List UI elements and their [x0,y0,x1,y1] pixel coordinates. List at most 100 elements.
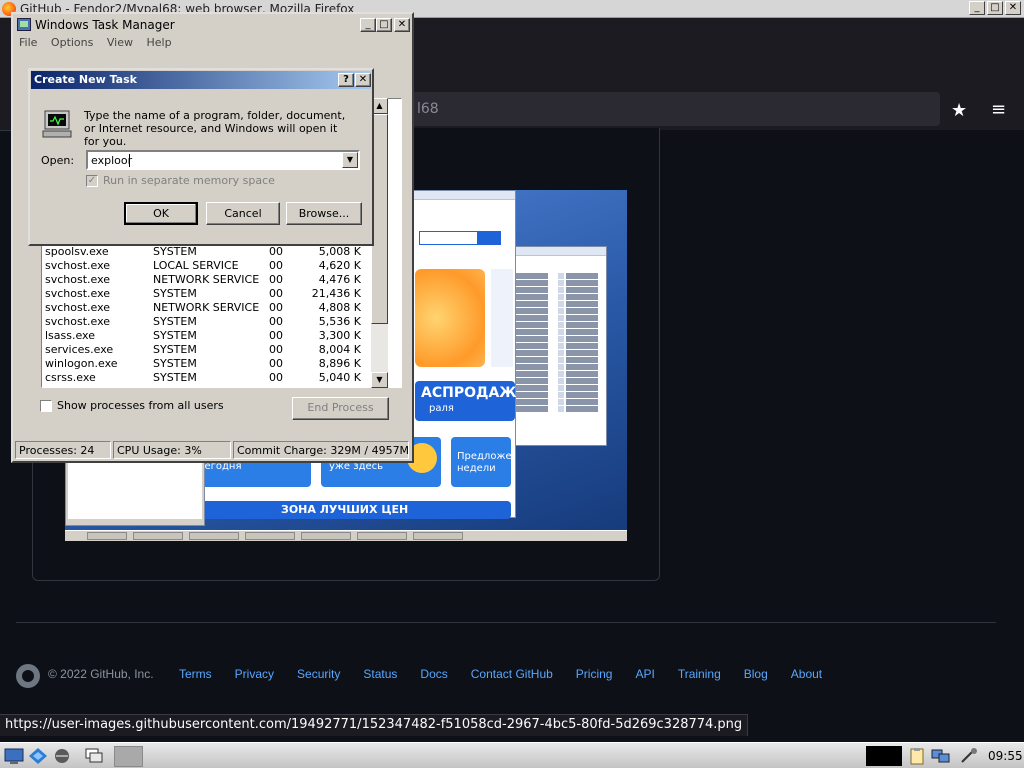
process-row[interactable]: svchost.exe SYSTEM 00 21,436 K [45,287,365,301]
footer-link-api[interactable]: API [635,667,654,681]
process-user: SYSTEM [153,371,197,384]
process-name: winlogon.exe [45,357,118,370]
taskbar-active-window-button[interactable] [114,746,143,767]
process-cpu: 00 [269,315,283,328]
network-icon[interactable] [931,747,951,765]
firefox-minimize-button[interactable]: _ [969,1,985,15]
sale-banner-subtext: раля [429,403,454,414]
copyright-text: © 2022 GitHub, Inc. [48,667,154,681]
tm-statusbar: Processes: 24 CPU Usage: 3% Commit Charg… [15,441,410,459]
footer-link-training[interactable]: Training [678,667,721,681]
dropdown-arrow-icon[interactable]: ▼ [342,152,358,168]
cancel-button[interactable]: Cancel [206,202,280,225]
bottom-promo-text: ЗОНА ЛУЧШИХ ЦЕН [281,503,409,516]
tray-indicator [866,746,902,766]
process-cpu: 00 [269,245,283,258]
footer-link-security[interactable]: Security [297,667,340,681]
scroll-down-arrow-icon[interactable]: ▼ [371,372,388,388]
inner-taskbar [65,530,627,541]
process-user: SYSTEM [153,329,197,342]
process-row[interactable]: svchost.exe NETWORK SERVICE 00 4,476 K [45,273,365,287]
footer-link-privacy[interactable]: Privacy [235,667,274,681]
footer-divider [16,622,996,623]
sale-banner: АСПРОДАЖ раля [415,381,517,421]
process-row[interactable]: lsass.exe SYSTEM 00 3,300 K [45,329,365,343]
ok-button[interactable]: OK [124,202,198,225]
process-row[interactable]: svchost.exe LOCAL SERVICE 00 4,620 K [45,259,365,273]
promo-banner-orange [415,269,485,367]
github-logo-icon[interactable] [16,664,40,688]
process-user: SYSTEM [153,287,197,300]
footer-link-contact[interactable]: Contact GitHub [471,667,553,681]
create-task-close-button[interactable]: ✕ [355,73,371,87]
help-button[interactable]: ? [338,73,354,87]
task-manager-title: Windows Task Manager [35,18,175,32]
window-list-icon[interactable] [84,747,104,765]
process-row[interactable]: svchost.exe NETWORK SERVICE 00 4,808 K [45,301,365,315]
app-launcher-icon[interactable] [28,747,48,765]
process-cpu: 00 [269,371,283,384]
process-name: svchost.exe [45,301,111,314]
end-process-button[interactable]: End Process [292,397,389,420]
url-bar[interactable]: l68 [395,92,940,126]
create-task-titlebar: Create New Task ? ✕ [31,71,371,89]
show-desktop-icon[interactable] [4,747,24,765]
firefox-close-button[interactable]: ✕ [1005,1,1021,15]
promo-tile-right: Предложе недели [451,437,512,487]
process-user: NETWORK SERVICE [153,273,260,286]
create-new-task-dialog: Create New Task ? ✕ Type the name of a p… [28,68,374,246]
tm-close-button[interactable]: ✕ [394,18,410,32]
footer-link-blog[interactable]: Blog [744,667,768,681]
process-memory: 4,808 K [318,301,361,314]
open-input-value[interactable]: exploor [91,154,132,167]
tm-menu-file[interactable]: File [19,36,37,49]
clipboard-icon[interactable] [907,747,927,765]
separate-memory-checkbox[interactable]: ✓ [86,175,98,187]
footer-link-about[interactable]: About [791,667,822,681]
promo-tile-right-text-1: Предложе [457,451,512,462]
promo-side-panel [491,269,513,367]
process-row[interactable]: winlogon.exe SYSTEM 00 8,896 K [45,357,365,371]
process-memory: 5,040 K [318,371,361,384]
footer-link-terms[interactable]: Terms [179,667,212,681]
process-user: SYSTEM [153,315,197,328]
volume-icon[interactable] [959,747,979,765]
process-row[interactable]: csrss.exe SYSTEM 00 5,040 K [45,371,365,385]
status-processes: Processes: 24 [15,441,111,459]
process-row[interactable]: spoolsv.exe SYSTEM 00 5,008 K [45,245,365,259]
tm-minimize-button[interactable]: _ [360,18,376,32]
create-task-title: Create New Task [34,73,137,86]
browser-launcher-icon[interactable] [52,747,72,765]
firefox-maximize-button[interactable]: □ [987,1,1003,15]
process-cpu: 00 [269,273,283,286]
process-name: csrss.exe [45,371,96,384]
process-memory: 21,436 K [311,287,361,300]
tm-menu-help[interactable]: Help [146,36,171,49]
process-memory: 4,476 K [318,273,361,286]
tm-menu-options[interactable]: Options [51,36,93,49]
status-bar-url: https://user-images.githubusercontent.co… [0,714,749,736]
sale-banner-text: АСПРОДАЖ [421,385,517,401]
bottom-promo-banner: ЗОНА ЛУЧШИХ ЦЕН [191,501,511,519]
process-row[interactable]: services.exe SYSTEM 00 8,004 K [45,343,365,357]
url-text: l68 [417,101,439,117]
tm-maximize-button[interactable]: □ [376,18,392,32]
process-user: LOCAL SERVICE [153,259,239,272]
browse-button[interactable]: Browse... [286,202,362,225]
open-combobox[interactable]: exploor ▼ [86,150,360,170]
show-all-users-checkbox[interactable] [40,400,52,412]
process-memory: 5,008 K [318,245,361,258]
show-all-users-label: Show processes from all users [57,399,224,412]
bookmark-star-icon[interactable]: ★ [951,100,967,121]
process-row[interactable]: svchost.exe SYSTEM 00 5,536 K [45,315,365,329]
footer-links: Terms Privacy Security Status Docs Contact Gi… [179,667,845,681]
hamburger-menu-icon[interactable]: ≡ [991,99,1006,120]
footer-link-pricing[interactable]: Pricing [576,667,613,681]
process-memory: 4,620 K [318,259,361,272]
mini-search-button [477,231,501,245]
tm-menu-view[interactable]: View [107,36,133,49]
footer-link-status[interactable]: Status [363,667,397,681]
process-cpu: 00 [269,287,283,300]
footer-link-docs[interactable]: Docs [420,667,447,681]
process-name: spoolsv.exe [45,245,109,258]
